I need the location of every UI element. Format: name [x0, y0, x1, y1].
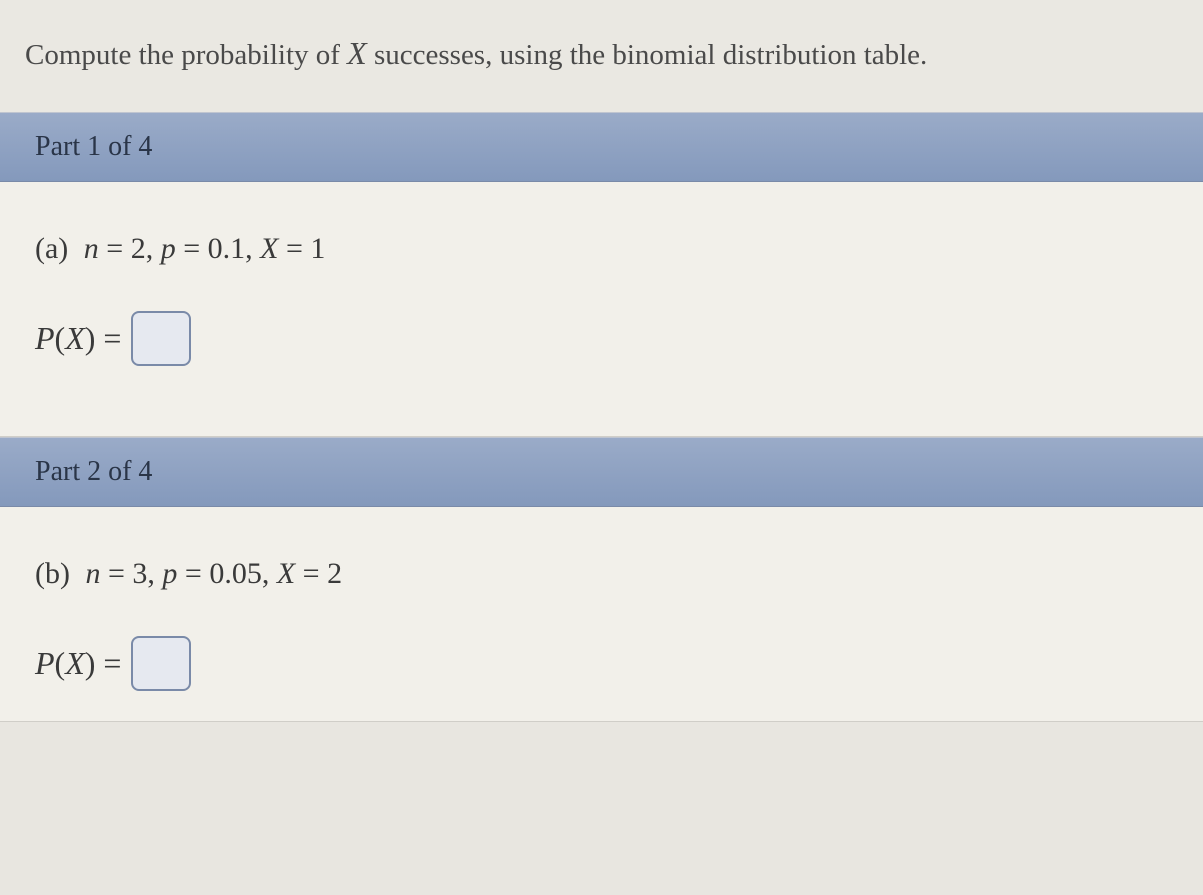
part-2-x-eq: = 2: [295, 557, 342, 590]
part-1-content: (a) n = 2, p = 0.1, X = 1 P (X ) =: [0, 182, 1203, 437]
part-1-header-text: Part 1 of 4: [35, 131, 152, 162]
part-1-n-var: n: [84, 232, 99, 265]
part-1-x-eq: = 1: [278, 232, 325, 265]
part-1-answer-paren-open: (: [55, 320, 66, 357]
part-2-header: Part 2 of 4: [0, 437, 1203, 507]
part-2-x-var: X: [277, 557, 295, 590]
part-1-question: (a) n = 2, p = 0.1, X = 1: [35, 232, 1168, 266]
part-1-answer-p: P: [35, 320, 55, 357]
intro-suffix: successes, using the binomial distributi…: [367, 39, 928, 71]
part-1-answer-paren-close: ) =: [85, 320, 122, 357]
part-2-n-var: n: [85, 557, 100, 590]
part-2-p-var: p: [162, 557, 177, 590]
part-2-answer-p: P: [35, 645, 55, 682]
part-2-header-text: Part 2 of 4: [35, 456, 152, 487]
part-2-answer-paren-close: ) =: [85, 645, 122, 682]
part-1-p-var: p: [161, 232, 176, 265]
part-1-label: (a): [35, 232, 68, 265]
part-1-answer-input[interactable]: [131, 311, 191, 366]
part-2-answer-line: P (X ) =: [35, 636, 1168, 691]
intro-variable: X: [347, 35, 367, 71]
part-1-answer-line: P (X ) =: [35, 311, 1168, 366]
part-2-label: (b): [35, 557, 70, 590]
part-2-p-eq: = 0.05,: [177, 557, 276, 590]
part-1-header: Part 1 of 4: [0, 112, 1203, 182]
question-intro: Compute the probability of X successes, …: [0, 0, 1203, 112]
part-2-question: (b) n = 3, p = 0.05, X = 2: [35, 557, 1168, 591]
part-2-answer-input[interactable]: [131, 636, 191, 691]
part-1-answer-x: X: [65, 320, 85, 357]
part-2-content: (b) n = 3, p = 0.05, X = 2 P (X ) =: [0, 507, 1203, 722]
part-2-n-eq: = 3,: [100, 557, 162, 590]
part-2-answer-x: X: [65, 645, 85, 682]
part-1-x-var: X: [260, 232, 278, 265]
part-1-p-eq: = 0.1,: [176, 232, 260, 265]
part-1-n-eq: = 2,: [99, 232, 161, 265]
part-2-answer-paren-open: (: [55, 645, 66, 682]
intro-prefix: Compute the probability of: [25, 39, 347, 71]
